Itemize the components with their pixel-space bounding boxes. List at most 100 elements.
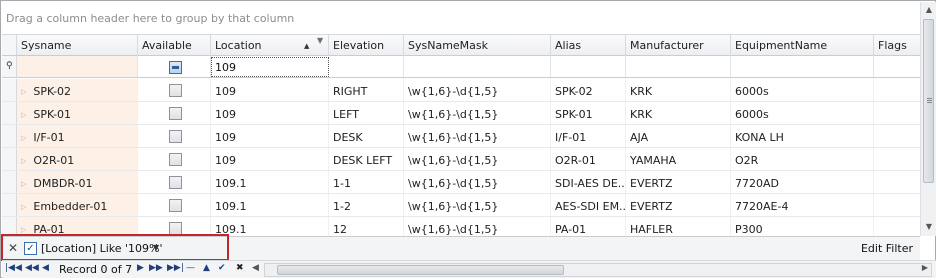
cell-manufacturer[interactable]: HAFLER (626, 217, 731, 236)
column-header-location[interactable]: Location ▲ ▼ (211, 35, 329, 56)
vertical-scrollbar[interactable]: ▲ ▼ (920, 2, 936, 236)
table-row[interactable]: ▷ SPK-02 109 RIGHT \w{1,6}-\d{1,5} SPK-02 KRK 6… (2, 79, 920, 102)
cell-alias[interactable]: PA-01 (551, 217, 626, 236)
cell-location[interactable]: 109 (211, 102, 329, 124)
column-header-elevation[interactable]: Elevation (329, 35, 404, 56)
cell-mask[interactable]: \w{1,6}-\d{1,5} (404, 171, 551, 193)
cell-mask[interactable]: \w{1,6}-\d{1,5} (404, 125, 551, 147)
cell-location[interactable]: 109 (211, 148, 329, 170)
previous-page-icon[interactable]: ◀◀ (25, 263, 39, 273)
cell-location[interactable]: 109 (211, 79, 329, 101)
table-row[interactable]: ▷ I/F-01 109 DESK \w{1,6}-\d{1,5} I/F-01 AJA KO… (2, 125, 920, 148)
column-header-sysname[interactable]: Sysname (17, 35, 138, 56)
column-header-sysnamemask[interactable]: SysNameMask (404, 35, 551, 56)
cell-manufacturer[interactable]: KRK (626, 79, 731, 101)
column-header-equipmentname[interactable]: EquipmentName (731, 35, 874, 56)
cell-flags[interactable] (874, 125, 920, 147)
cell-elevation[interactable]: DESK LEFT (329, 148, 404, 170)
cell-sysname[interactable]: ▷ SPK-02 (17, 79, 138, 101)
last-record-icon[interactable]: ▶▶| (167, 263, 184, 273)
cell-elevation[interactable]: LEFT (329, 102, 404, 124)
scroll-left-icon[interactable]: ◀ (252, 263, 259, 273)
expand-row-icon[interactable]: ▷ (21, 111, 26, 119)
cell-mask[interactable]: \w{1,6}-\d{1,5} (404, 148, 551, 170)
append-record-icon[interactable]: — (186, 263, 195, 273)
expand-row-icon[interactable]: ▷ (21, 157, 26, 165)
cell-flags[interactable] (874, 148, 920, 170)
horizontal-scrollbar[interactable]: ▶ (264, 263, 932, 277)
cell-alias[interactable]: O2R-01 (551, 148, 626, 170)
available-checkbox[interactable] (169, 153, 182, 166)
next-page-icon[interactable]: ▶▶ (149, 263, 163, 273)
row-indicator[interactable] (2, 102, 17, 124)
cell-equipment[interactable]: O2R (731, 148, 874, 170)
cell-manufacturer[interactable]: AJA (626, 125, 731, 147)
cell-alias[interactable]: SPK-01 (551, 102, 626, 124)
cell-location[interactable]: 109.1 (211, 171, 329, 193)
cell-flags[interactable] (874, 171, 920, 193)
column-header-available[interactable]: Available (138, 35, 211, 56)
cell-sysname[interactable]: ▷ I/F-01 (17, 125, 138, 147)
cell-mask[interactable]: \w{1,6}-\d{1,5} (404, 79, 551, 101)
available-checkbox[interactable] (169, 199, 182, 212)
filter-cell-elevation[interactable] (329, 56, 404, 77)
cell-elevation[interactable]: 1-1 (329, 171, 404, 193)
cell-elevation[interactable]: DESK (329, 125, 404, 147)
cell-manufacturer[interactable]: YAMAHA (626, 148, 731, 170)
available-checkbox[interactable] (169, 84, 182, 97)
table-row[interactable]: ▷ O2R-01 109 DESK LEFT \w{1,6}-\d{1,5} O2R-01… (2, 148, 920, 171)
table-row[interactable]: ▷ DMBDR-01 109.1 1-1 \w{1,6}-\d{1,5} SDI-AES … (2, 171, 920, 194)
cell-location[interactable]: 109.1 (211, 194, 329, 216)
end-edit-icon[interactable]: ✔ (218, 263, 226, 273)
expand-row-icon[interactable]: ▷ (21, 180, 26, 188)
expand-row-icon[interactable]: ▷ (21, 226, 26, 234)
cell-elevation[interactable]: 1-2 (329, 194, 404, 216)
cell-equipment[interactable]: 6000s (731, 79, 874, 101)
cell-flags[interactable] (874, 194, 920, 216)
cell-elevation[interactable]: 12 (329, 217, 404, 236)
cell-manufacturer[interactable]: EVERTZ (626, 194, 731, 216)
cell-location[interactable]: 109 (211, 125, 329, 147)
scroll-right-icon[interactable]: ▶ (922, 263, 928, 272)
filter-cell-equipmentname[interactable] (731, 56, 874, 77)
available-checkbox[interactable] (169, 107, 182, 120)
expand-row-icon[interactable]: ▷ (21, 203, 26, 211)
cell-equipment[interactable]: 7720AD (731, 171, 874, 193)
cell-sysname[interactable]: ▷ O2R-01 (17, 148, 138, 170)
cell-flags[interactable] (874, 102, 920, 124)
row-indicator[interactable] (2, 171, 17, 193)
cell-flags[interactable] (874, 79, 920, 101)
column-header-alias[interactable]: Alias (551, 35, 626, 56)
location-filter-input[interactable]: 109 (211, 57, 329, 77)
horizontal-scroll-thumb[interactable] (277, 265, 564, 275)
first-record-icon[interactable]: |◀◀ (5, 263, 22, 273)
cell-equipment[interactable]: KONA LH (731, 125, 874, 147)
scroll-up-icon[interactable]: ▲ (921, 2, 936, 18)
cell-equipment[interactable]: 6000s (731, 102, 874, 124)
cell-manufacturer[interactable]: EVERTZ (626, 171, 731, 193)
filter-indeterminate-checkbox[interactable] (169, 61, 182, 74)
cell-equipment[interactable]: P300 (731, 217, 874, 236)
cell-elevation[interactable]: RIGHT (329, 79, 404, 101)
filter-cell-manufacturer[interactable] (626, 56, 731, 77)
cell-sysname[interactable]: ▷ DMBDR-01 (17, 171, 138, 193)
scroll-down-icon[interactable]: ▼ (921, 219, 936, 235)
vertical-scroll-thumb[interactable] (923, 19, 934, 183)
group-by-panel[interactable]: Drag a column header here to group by th… (2, 2, 920, 35)
cell-alias[interactable]: AES-SDI EM... (551, 194, 626, 216)
available-checkbox[interactable] (169, 176, 182, 189)
next-record-icon[interactable]: ▶ (137, 263, 144, 273)
filter-cell-sysnamemask[interactable] (404, 56, 551, 77)
table-row[interactable]: ▷ Embedder-01 109.1 1-2 \w{1,6}-\d{1,5} AES-S… (2, 194, 920, 217)
cell-alias[interactable]: I/F-01 (551, 125, 626, 147)
filter-cell-alias[interactable] (551, 56, 626, 77)
cell-mask[interactable]: \w{1,6}-\d{1,5} (404, 194, 551, 216)
previous-record-icon[interactable]: ◀ (42, 263, 49, 273)
cell-mask[interactable]: \w{1,6}-\d{1,5} (404, 102, 551, 124)
row-indicator[interactable] (2, 125, 17, 147)
available-checkbox[interactable] (169, 130, 182, 143)
filter-cell-flags[interactable] (874, 56, 920, 77)
cell-alias[interactable]: SPK-02 (551, 79, 626, 101)
table-row[interactable]: ▷ SPK-01 109 LEFT \w{1,6}-\d{1,5} SPK-01 KRK 60… (2, 102, 920, 125)
cell-sysname[interactable]: ▷ SPK-01 (17, 102, 138, 124)
